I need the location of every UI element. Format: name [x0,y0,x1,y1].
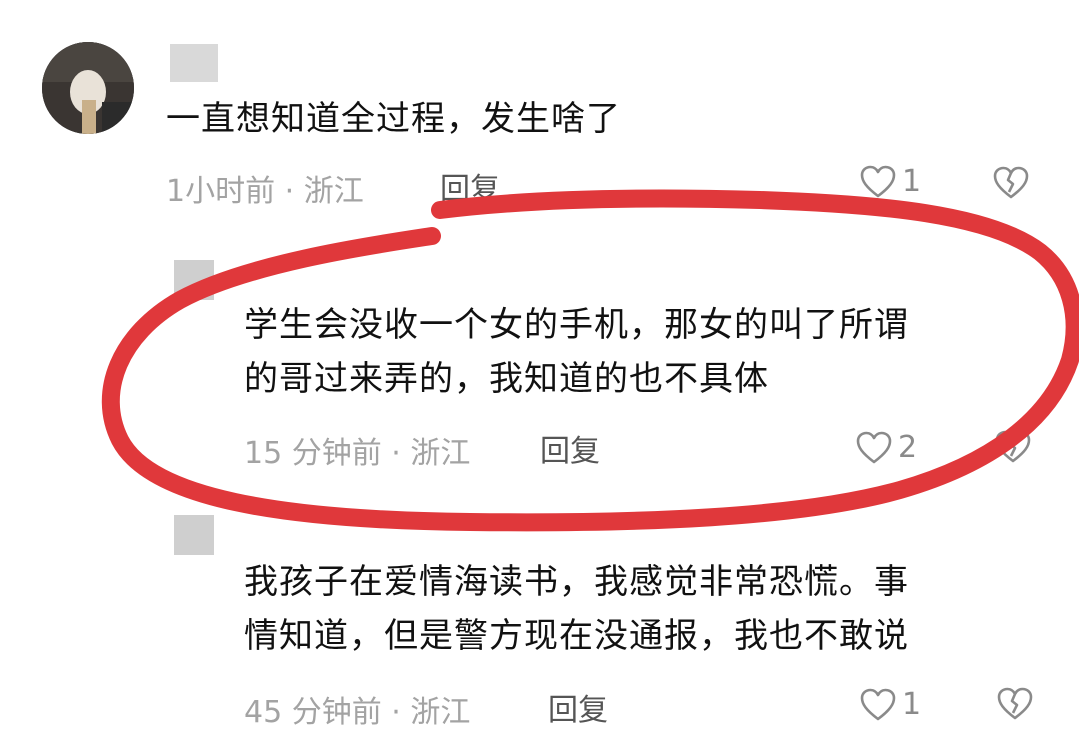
broken-heart-icon[interactable] [996,687,1034,721]
comment-text: 我孩子在爱情海读书，我感觉非常恐慌。事 情知道，但是警方现在没通报，我也不敢说 [244,555,909,663]
reply-button[interactable]: 回复 [548,685,608,729]
separator: · [391,695,401,730]
comment-location: 浙江 [303,174,364,209]
comment-time: 45 分钟前 [244,695,382,730]
broken-heart-icon[interactable] [992,166,1030,200]
like-button[interactable]: 1 [860,164,921,199]
like-button[interactable]: 1 [860,687,921,722]
broken-heart-icon[interactable] [994,430,1032,464]
comment-text-line: 一直想知道全过程，发生啥了 [166,99,621,139]
comment-time: 15 分钟前 [244,436,382,471]
comment-text-line: 的哥过来弄的，我知道的也不具体 [244,359,769,399]
separator: · [391,436,401,471]
like-count: 1 [902,164,922,199]
comment-location: 浙江 [410,436,471,471]
comment-location: 浙江 [410,695,471,730]
heart-outline-icon [856,431,892,465]
separator: · [284,174,295,209]
reply-button[interactable]: 回复 [440,164,500,208]
comment-text-line: 我孩子在爱情海读书，我感觉非常恐慌。事 [244,562,909,602]
avatar-image [42,42,134,134]
reply-button[interactable]: 回复 [540,426,600,470]
like-count: 2 [898,430,918,465]
comment-text: 学生会没收一个女的手机，那女的叫了所谓 的哥过来弄的，我知道的也不具体 [244,298,909,406]
comment-meta: 45 分钟前 · 浙江 [244,687,470,731]
comment-text-line: 情知道，但是警方现在没通报，我也不敢说 [244,616,909,656]
comment-item: 学生会没收一个女的手机，那女的叫了所谓 的哥过来弄的，我知道的也不具体 15 分… [0,250,1079,480]
comment-item: 一直想知道全过程，发生啥了 1小时前 · 浙江 回复 1 [0,0,1079,220]
username-redacted [170,44,218,82]
like-count: 1 [902,687,922,722]
comment-time: 1小时前 [166,174,276,209]
comment-text: 一直想知道全过程，发生啥了 [166,92,621,146]
comment-meta: 1小时前 · 浙江 [166,166,364,210]
avatar-redacted[interactable] [174,260,214,300]
comment-meta: 15 分钟前 · 浙江 [244,428,470,472]
avatar[interactable] [42,42,134,134]
comment-item: 我孩子在爱情海读书，我感觉非常恐慌。事 情知道，但是警方现在没通报，我也不敢说 … [0,515,1079,755]
heart-outline-icon [860,688,896,722]
like-button[interactable]: 2 [856,430,917,465]
heart-outline-icon [860,165,896,199]
avatar-redacted[interactable] [174,515,214,555]
comment-text-line: 学生会没收一个女的手机，那女的叫了所谓 [244,305,909,345]
